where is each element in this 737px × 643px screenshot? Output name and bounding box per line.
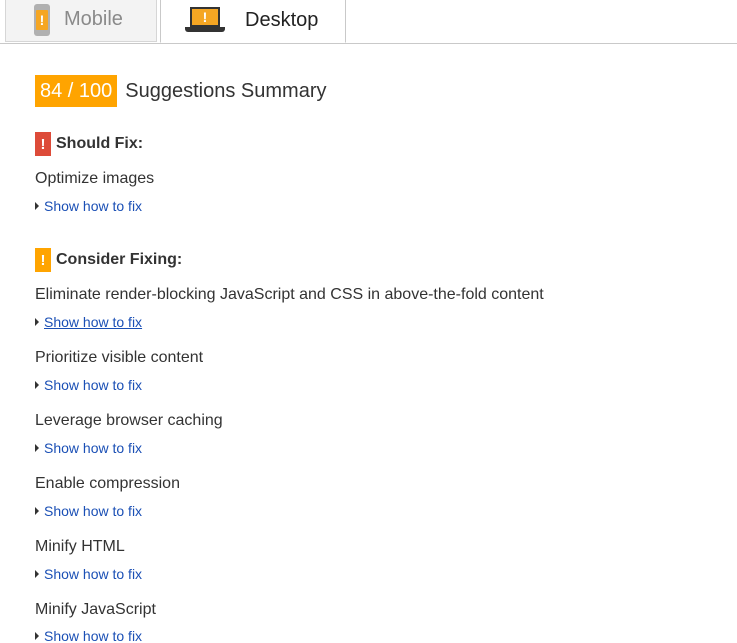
tab-mobile[interactable]: ! Mobile — [5, 0, 157, 42]
should-fix-label: Should Fix: — [56, 135, 144, 152]
rule-title: Leverage browser caching — [35, 412, 223, 429]
show-how-to-fix-link[interactable]: Show how to fix — [35, 628, 142, 643]
show-how-to-fix-link[interactable]: Show how to fix — [35, 198, 142, 214]
show-how-to-fix-link[interactable]: Show how to fix — [35, 503, 142, 519]
rule-title: Eliminate render-blocking JavaScript and… — [35, 286, 544, 303]
rule-title: Enable compression — [35, 475, 180, 492]
rule-title: Minify JavaScript — [35, 601, 156, 618]
expand-triangle-icon — [35, 632, 39, 640]
pagespeed-results-page: ! Mobile ! Desktop 84 / 100 Suggestions … — [0, 0, 737, 643]
summary-title: Suggestions Summary — [125, 79, 327, 102]
show-how-to-fix-link[interactable]: Show how to fix — [35, 314, 142, 330]
expand-triangle-icon — [35, 381, 39, 389]
show-how-to-fix-link[interactable]: Show how to fix — [35, 440, 142, 456]
expand-triangle-icon — [35, 318, 39, 326]
should-fix-heading: ! Should Fix: — [35, 132, 143, 156]
show-how-to-fix-text: Show how to fix — [44, 377, 143, 393]
show-how-to-fix-text: Show how to fix — [44, 503, 143, 519]
rule-title: Optimize images — [35, 170, 155, 187]
consider-fixing-heading: ! Consider Fixing: — [35, 248, 182, 272]
show-how-to-fix-text: Show how to fix — [44, 314, 143, 330]
rule-title: Minify HTML — [35, 538, 125, 555]
desktop-laptop-warning-icon: ! — [185, 7, 225, 33]
expand-triangle-icon — [35, 202, 39, 210]
show-how-to-fix-text: Show how to fix — [44, 198, 143, 214]
expand-triangle-icon — [35, 570, 39, 578]
show-how-to-fix-text: Show how to fix — [44, 440, 143, 456]
rule-title: Prioritize visible content — [35, 349, 204, 366]
should-fix-flag-icon: ! — [35, 132, 51, 156]
score-summary: 84 / 100 Suggestions Summary — [35, 75, 327, 107]
show-how-to-fix-link[interactable]: Show how to fix — [35, 377, 142, 393]
consider-fixing-label: Consider Fixing: — [56, 251, 183, 268]
device-tab-bar: ! Mobile ! Desktop — [0, 0, 737, 44]
show-how-to-fix-text: Show how to fix — [44, 566, 143, 582]
tab-desktop[interactable]: ! Desktop — [160, 0, 346, 43]
tab-mobile-label: Mobile — [64, 8, 123, 30]
tab-desktop-label: Desktop — [245, 8, 319, 31]
show-how-to-fix-text: Show how to fix — [44, 628, 143, 643]
mobile-phone-warning-icon: ! — [34, 3, 50, 36]
expand-triangle-icon — [35, 444, 39, 452]
expand-triangle-icon — [35, 507, 39, 515]
consider-fixing-flag-icon: ! — [35, 248, 51, 272]
score-badge: 84 / 100 — [35, 75, 118, 107]
show-how-to-fix-link[interactable]: Show how to fix — [35, 566, 142, 582]
